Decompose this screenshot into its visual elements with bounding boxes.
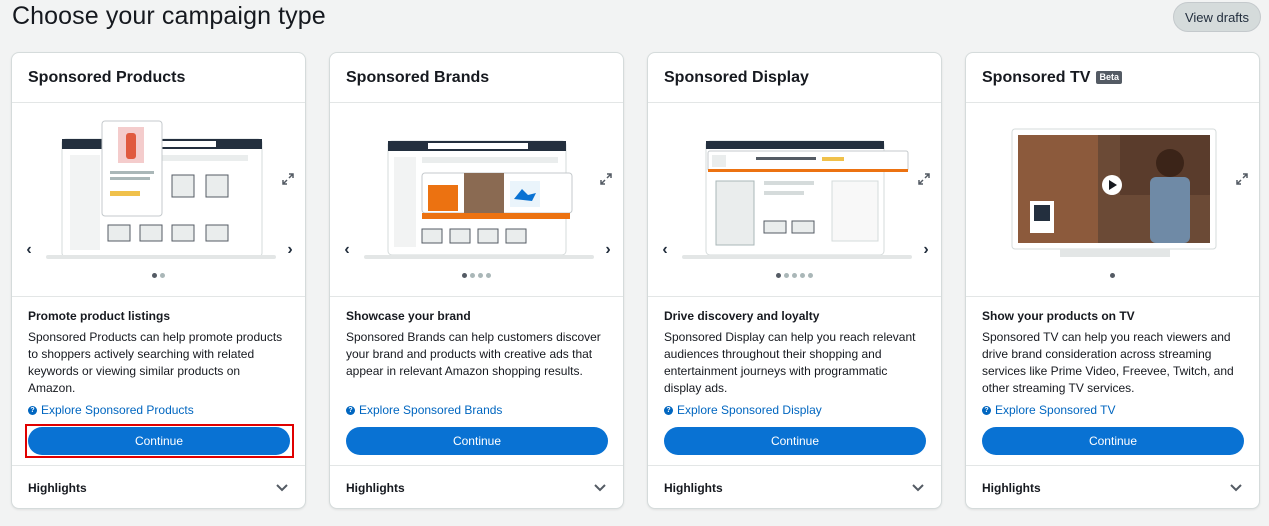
expand-icon[interactable] — [600, 173, 612, 185]
highlights-expander[interactable]: Highlights — [966, 465, 1259, 508]
view-drafts-button[interactable]: View drafts — [1173, 2, 1261, 32]
card-description: Sponsored Display can help you reach rel… — [664, 330, 916, 395]
highlights-label: Highlights — [664, 481, 723, 495]
carousel-dot[interactable] — [792, 273, 797, 278]
help-icon: ? — [664, 405, 673, 415]
explore-link-label: Explore Sponsored Products — [41, 403, 194, 417]
card-header: Sponsored TV Beta — [966, 53, 1259, 103]
card-media-carousel: ‹ › — [12, 103, 305, 297]
card-title: Sponsored Products — [12, 53, 305, 103]
carousel-dot[interactable] — [1110, 273, 1115, 278]
highlights-label: Highlights — [982, 481, 1041, 495]
card-media-carousel: ‹ › — [648, 103, 941, 297]
card-sponsored-tv: Sponsored TV Beta Show your products on … — [965, 52, 1260, 509]
explore-link[interactable]: ? Explore Sponsored Brands — [346, 401, 607, 419]
carousel-dot[interactable] — [808, 273, 813, 278]
sponsored-brands-illustration — [364, 140, 594, 259]
carousel-next-icon[interactable]: › — [601, 241, 615, 258]
help-icon: ? — [28, 405, 37, 415]
carousel-dot[interactable] — [800, 273, 805, 278]
card-heading: Promote product listings — [28, 309, 171, 323]
explore-link-label: Explore Sponsored TV — [995, 403, 1116, 417]
sponsored-tv-illustration — [1011, 128, 1217, 257]
carousel-next-icon[interactable]: › — [283, 241, 297, 258]
carousel-prev-icon[interactable]: ‹ — [340, 241, 354, 258]
carousel-dot[interactable] — [470, 273, 475, 278]
explore-link[interactable]: ? Explore Sponsored Display — [664, 401, 925, 419]
carousel-dots — [648, 273, 941, 278]
carousel-dot[interactable] — [784, 273, 789, 278]
carousel-dots — [330, 273, 623, 278]
chevron-down-icon — [912, 484, 924, 492]
carousel-dot[interactable] — [478, 273, 483, 278]
explore-link-label: Explore Sponsored Brands — [359, 403, 503, 417]
highlights-expander[interactable]: Highlights — [648, 465, 941, 508]
carousel-dots — [12, 273, 305, 278]
chevron-down-icon — [276, 484, 288, 492]
carousel-prev-icon[interactable]: ‹ — [22, 241, 36, 258]
carousel-prev-icon[interactable]: ‹ — [658, 241, 672, 258]
card-media-carousel: ‹ › — [330, 103, 623, 297]
carousel-dot[interactable] — [486, 273, 491, 278]
card-heading: Drive discovery and loyalty — [664, 309, 820, 323]
carousel-dot[interactable] — [152, 273, 157, 278]
carousel-dots — [966, 273, 1259, 278]
continue-button[interactable]: Continue — [982, 427, 1244, 455]
highlights-label: Highlights — [28, 481, 87, 495]
card-heading: Showcase your brand — [346, 309, 471, 323]
card-title: Sponsored Display — [648, 53, 941, 103]
expand-icon[interactable] — [282, 173, 294, 185]
explore-link[interactable]: ? Explore Sponsored TV — [982, 401, 1243, 419]
card-sponsored-brands: Sponsored Brands ‹ › Showcase your brand… — [329, 52, 624, 509]
card-title: Sponsored Brands — [330, 53, 623, 103]
explore-link[interactable]: ? Explore Sponsored Products — [28, 401, 289, 419]
carousel-dot[interactable] — [160, 273, 165, 278]
carousel-dot[interactable] — [462, 273, 467, 278]
chevron-down-icon — [1230, 484, 1242, 492]
beta-badge: Beta — [1096, 71, 1122, 84]
continue-button[interactable]: Continue — [28, 427, 290, 455]
card-media-carousel — [966, 103, 1259, 297]
continue-button[interactable]: Continue — [346, 427, 608, 455]
expand-icon[interactable] — [918, 173, 930, 185]
card-description: Sponsored TV can help you reach viewers … — [982, 330, 1234, 395]
expand-icon[interactable] — [1236, 173, 1248, 185]
card-sponsored-display: Sponsored Display ‹ › Drive discovery an… — [647, 52, 942, 509]
highlights-label: Highlights — [346, 481, 405, 495]
highlights-expander[interactable]: Highlights — [330, 465, 623, 508]
explore-link-label: Explore Sponsored Display — [677, 403, 822, 417]
carousel-next-icon[interactable]: › — [919, 241, 933, 258]
card-title: Sponsored TV — [982, 68, 1091, 86]
card-description: Sponsored Brands can help customers disc… — [346, 330, 601, 378]
help-icon: ? — [346, 405, 355, 415]
chevron-down-icon — [594, 484, 606, 492]
sponsored-display-illustration — [682, 140, 912, 259]
card-heading: Show your products on TV — [982, 309, 1135, 323]
page-title: Choose your campaign type — [12, 2, 326, 30]
sponsored-products-illustration — [46, 120, 276, 259]
help-icon: ? — [982, 405, 991, 415]
continue-button[interactable]: Continue — [664, 427, 926, 455]
card-sponsored-products: Sponsored Products ‹ › Promote product l… — [11, 52, 306, 509]
highlights-expander[interactable]: Highlights — [12, 465, 305, 508]
card-description: Sponsored Products can help promote prod… — [28, 330, 283, 395]
carousel-dot[interactable] — [776, 273, 781, 278]
